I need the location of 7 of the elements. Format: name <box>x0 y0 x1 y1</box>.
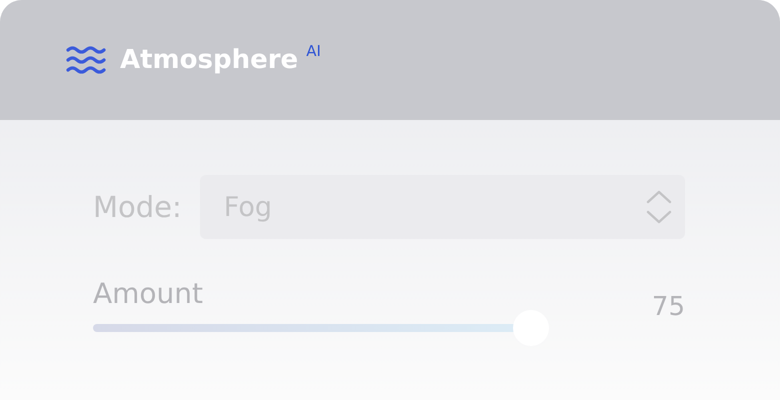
slider-thumb[interactable] <box>513 310 550 346</box>
waves-icon <box>66 45 106 75</box>
amount-label: Amount <box>93 277 204 310</box>
amount-value: 75 <box>652 292 685 322</box>
app-title: Atmosphere <box>120 45 298 75</box>
chevron-up-down-icon <box>645 190 673 224</box>
ai-label: AI <box>306 42 321 60</box>
